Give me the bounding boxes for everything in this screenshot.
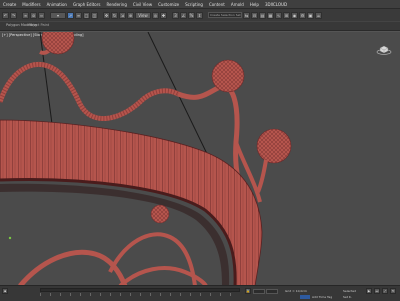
select-object-button[interactable]: ➚ (67, 11, 74, 19)
ornament-ball-upper-right (211, 59, 245, 93)
main-toolbar: ↶ ↷ ∞ ⊘ ≈ ▾ ➚ ≡ □ ◫ ✥ ↻ ⇲ ⊕ View ◎ ✚ 3 ∠… (0, 9, 400, 21)
time-ruler (40, 293, 240, 296)
selection-filter-dropdown[interactable]: ▾ (50, 11, 66, 19)
next-frame-button[interactable]: ⏭ (374, 288, 380, 294)
align-icon[interactable]: ⊟ (251, 11, 258, 19)
lock-selection-icon[interactable]: 🔒 (245, 288, 251, 294)
window-crossing-icon[interactable]: ◫ (91, 11, 98, 19)
rotate-tool-button[interactable]: ↻ (111, 11, 118, 19)
perspective-viewport[interactable]: [+] [Perspective] [Standard] [Default Sh… (0, 31, 400, 286)
auto-key-button[interactable] (300, 295, 310, 299)
named-selection-set-field[interactable]: Create Selection Set (208, 12, 242, 18)
menu-3dxcloud[interactable]: 3DXCLOUD (262, 2, 290, 7)
menu-rendering[interactable]: Rendering (103, 2, 129, 7)
curve-editor-icon[interactable]: ∿ (275, 11, 282, 19)
unlink-icon[interactable]: ⊘ (30, 11, 37, 19)
x-coordinate-field[interactable] (253, 289, 265, 294)
grid-size-text: Grid = 10,0cm (285, 289, 307, 293)
viewcube-icon[interactable] (376, 43, 392, 55)
redo-button[interactable]: ↷ (10, 11, 17, 19)
add-time-tag-button[interactable]: Add Time Tag (312, 295, 332, 299)
undo-button[interactable]: ↶ (2, 11, 9, 19)
move-tool-button[interactable]: ✥ (103, 11, 110, 19)
pivot-gizmo-icon (8, 236, 12, 240)
schematic-view-icon[interactable]: ⊞ (283, 11, 290, 19)
time-slider[interactable] (40, 288, 240, 292)
angle-snap-icon[interactable]: ∠ (180, 11, 187, 19)
chandelier-model[interactable] (0, 32, 400, 286)
menu-modifiers[interactable]: Modifiers (19, 2, 43, 7)
menu-arnold[interactable]: Arnold (228, 2, 247, 7)
menu-create[interactable]: Create (0, 2, 19, 7)
play-button[interactable]: ▶ (366, 288, 372, 294)
select-manipulate-icon[interactable]: ✚ (160, 11, 167, 19)
render-setup-icon[interactable]: ⚙ (299, 11, 306, 19)
reference-coord-dropdown[interactable]: View (135, 11, 151, 19)
maxscript-listener-icon[interactable]: ▪ (2, 288, 8, 294)
arm-top-left (0, 62, 180, 121)
placement-tool-button[interactable]: ⊕ (127, 11, 134, 19)
scene-explorer-icon[interactable]: ▦ (267, 11, 274, 19)
percent-snap-icon[interactable]: % (188, 11, 195, 19)
menu-customize[interactable]: Customize (155, 2, 182, 7)
link-icon[interactable]: ∞ (22, 11, 29, 19)
menu-help[interactable]: Help (247, 2, 262, 7)
bind-space-warp-icon[interactable]: ≈ (38, 11, 45, 19)
y-coordinate-field[interactable] (266, 289, 278, 294)
menu-content[interactable]: Content (206, 2, 228, 7)
menu-scripting[interactable]: Scripting (182, 2, 206, 7)
render-icon[interactable]: ☕ (315, 11, 322, 19)
menu-bar: Create Modifiers Animation Graph Editors… (0, 0, 400, 9)
ribbon-sub-label[interactable]: Object Paint (28, 23, 49, 27)
snaps-toggle-icon[interactable]: 3 (172, 11, 179, 19)
arm-right-ball-stem (256, 159, 268, 193)
zoom-extents-icon[interactable]: ⤢ (382, 288, 388, 294)
rectangular-selection-icon[interactable]: □ (83, 11, 90, 19)
mirror-icon[interactable]: ⇆ (243, 11, 250, 19)
menu-animation[interactable]: Animation (44, 2, 70, 7)
set-key-button[interactable]: Set K. (343, 295, 352, 299)
scale-tool-button[interactable]: ⇲ (119, 11, 126, 19)
layers-icon[interactable]: ▤ (259, 11, 266, 19)
orbit-icon[interactable]: ⟲ (390, 288, 396, 294)
ornament-ball-lower (150, 204, 170, 224)
rendered-frame-icon[interactable]: ▣ (307, 11, 314, 19)
menu-graph-editors[interactable]: Graph Editors (70, 2, 103, 7)
selected-dropdown[interactable]: Selected (343, 289, 356, 293)
menu-civil-view[interactable]: Civil View (130, 2, 155, 7)
select-by-name-button[interactable]: ≡ (75, 11, 82, 19)
ribbon: Polygon Modeling Object Paint (0, 22, 400, 31)
status-bar: ▪ 🔒 Grid = 10,0cm Add Time Tag Selected … (0, 285, 400, 301)
spinner-snap-icon[interactable]: ⇕ (196, 11, 203, 19)
ornament-ball-right (256, 128, 292, 164)
pivot-center-icon[interactable]: ◎ (152, 11, 159, 19)
material-editor-icon[interactable]: ◉ (291, 11, 298, 19)
